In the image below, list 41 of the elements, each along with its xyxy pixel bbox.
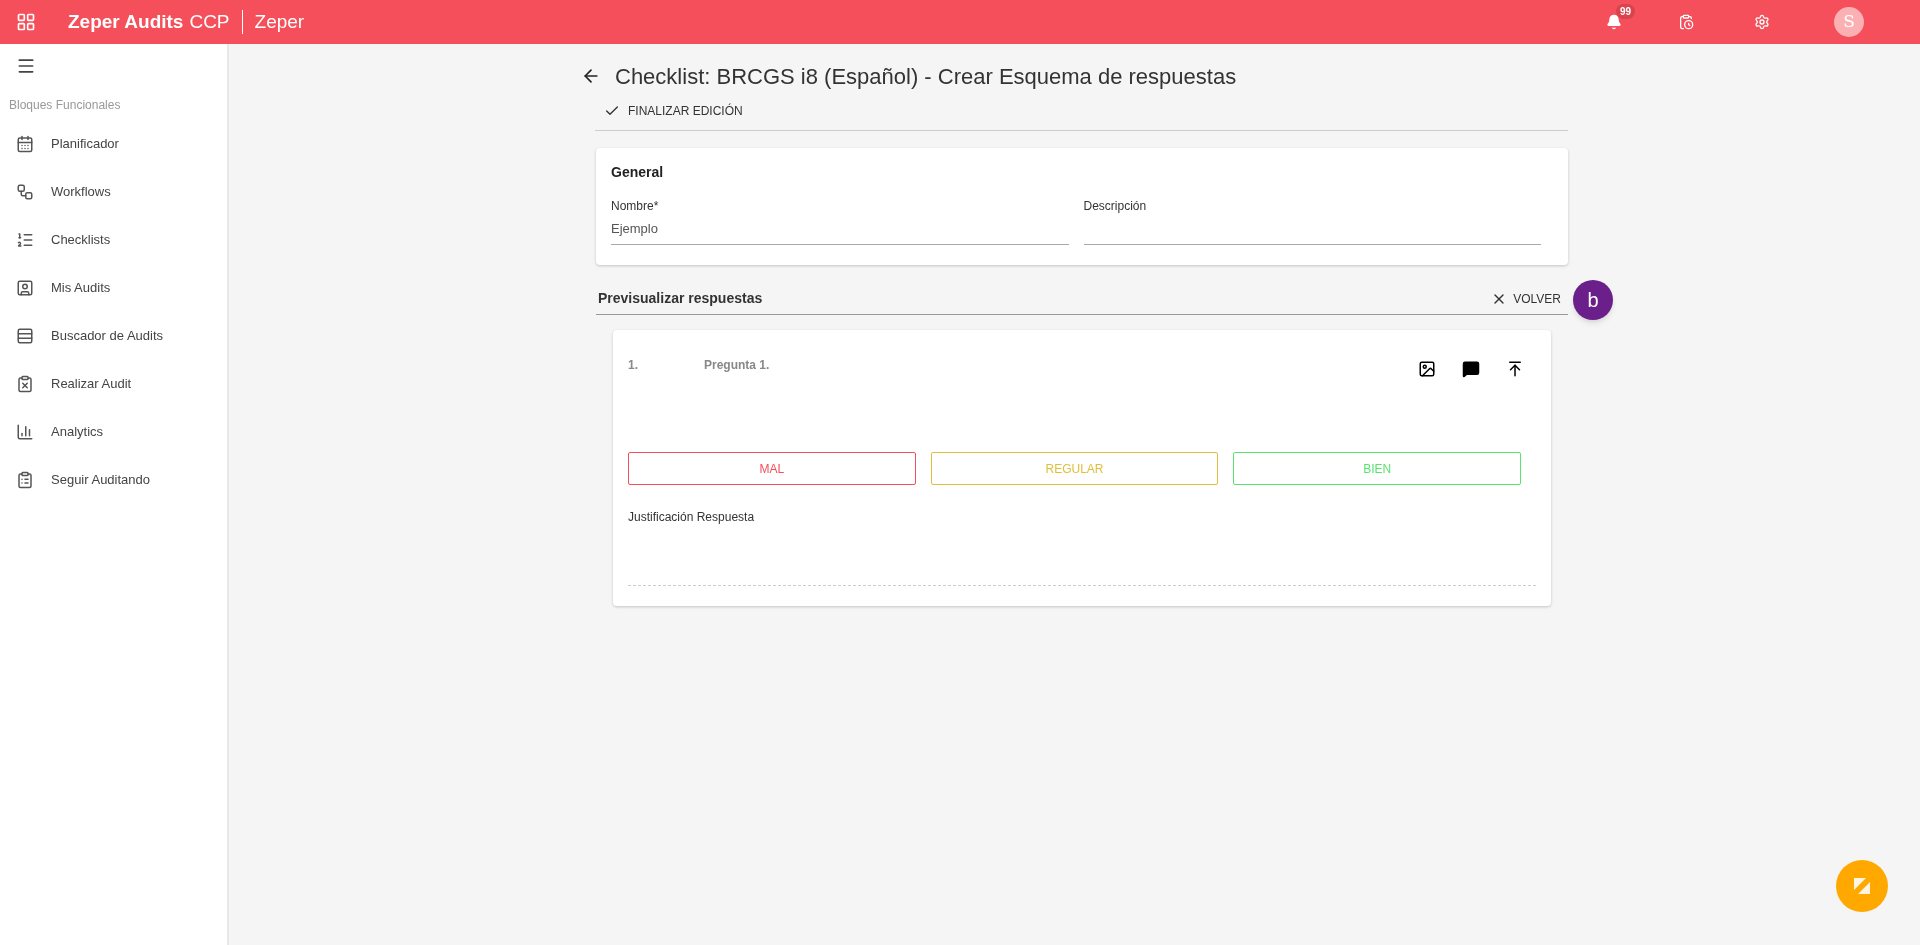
answer-option-button[interactable]: MAL (628, 452, 916, 485)
contact-icon (16, 279, 34, 297)
section-title: Previsualizar respuestas (598, 289, 763, 308)
rows-icon (16, 327, 34, 345)
sidebar-item[interactable]: Realizar Audit (0, 360, 227, 408)
sidebar-item[interactable]: Checklists (0, 216, 227, 264)
app-suffix: CCP (189, 9, 230, 34)
card-title: General (611, 163, 665, 182)
sidebar-item[interactable]: Seguir Auditando (0, 456, 227, 504)
clipboard-clock-icon[interactable] (1678, 14, 1694, 30)
calendar-icon (16, 135, 34, 153)
bell-icon[interactable] (1606, 14, 1622, 30)
list-icon (16, 231, 34, 249)
image-icon[interactable] (1418, 360, 1436, 378)
field-label: Nombre* (611, 198, 660, 215)
logo-icon (1854, 878, 1870, 894)
sidebar-item[interactable]: Analytics (0, 408, 227, 456)
upload-icon[interactable] (1506, 360, 1524, 378)
menu-icon[interactable] (16, 56, 36, 76)
back-button[interactable]: VOLVER (1491, 289, 1561, 308)
organization-name: Zeper (254, 9, 305, 34)
finish-editing-button[interactable]: FINALIZAR EDICIÓN (604, 101, 743, 120)
page-title: Checklist: BRCGS i8 (Español) - Crear Esquema de respuestas (615, 62, 1237, 91)
sidebar-item[interactable]: Mis Audits (0, 264, 227, 312)
app-name: Zeper Audits (68, 9, 184, 34)
floating-letter-button[interactable]: b (1573, 280, 1613, 320)
notification-badge: 99 (1616, 4, 1636, 19)
sidebar-section-title: Bloques Funcionales (9, 97, 122, 114)
settings-icon[interactable] (1754, 14, 1770, 30)
sidebar-item[interactable]: Planificador (0, 120, 227, 168)
bar-chart-icon (16, 423, 34, 441)
field-label: Descripción (1083, 198, 1148, 215)
field-label: Justificación Respuesta (628, 509, 756, 526)
workflow-icon (16, 183, 34, 201)
text-field[interactable]: Ejemplo (611, 215, 1069, 245)
question-text: Pregunta 1. (704, 357, 770, 374)
apps-grid-icon[interactable] (16, 12, 36, 32)
sidebar-item[interactable]: Buscador de Audits (0, 312, 227, 360)
comment-icon[interactable] (1462, 360, 1480, 378)
question-number: 1. (628, 357, 639, 374)
sidebar-item[interactable]: Workflows (0, 168, 227, 216)
